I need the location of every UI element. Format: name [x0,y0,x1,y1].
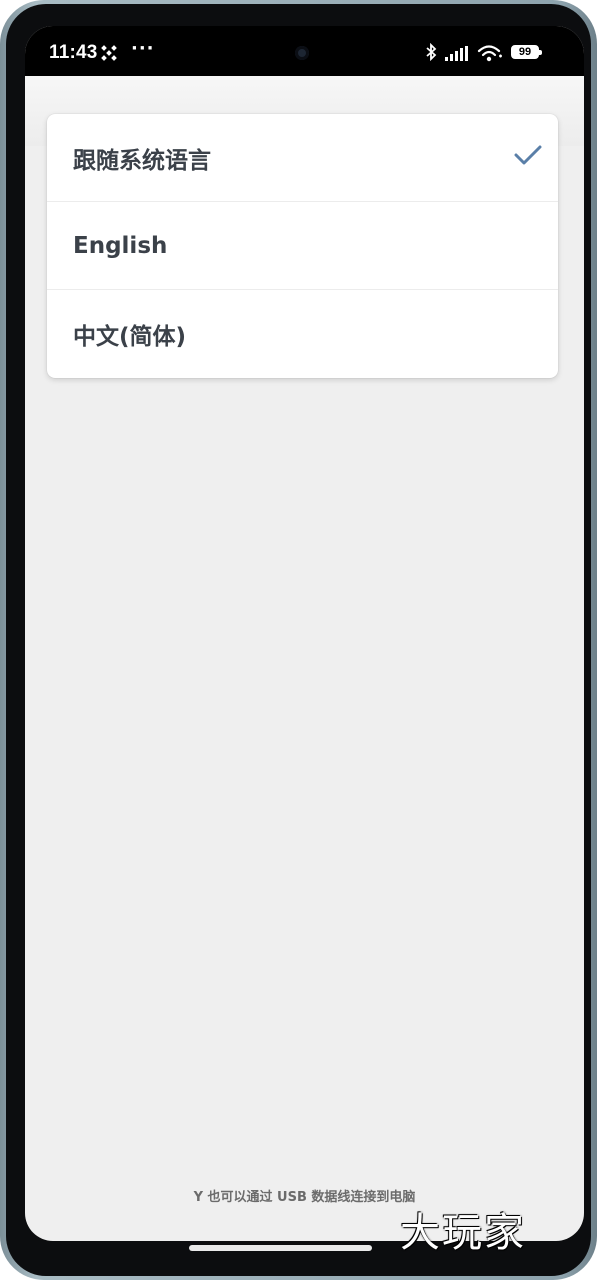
status-time: 11:43 [49,42,98,63]
bluetooth-icon [426,43,437,61]
status-bar: 11:43 ··· 99 [25,26,584,76]
overflow-dots: ··· [131,38,155,59]
home-indicator[interactable] [189,1245,372,1251]
signal-icon [445,46,468,61]
screen: 11:43 ··· 99 跟随系统语言 English 中文(简体) Y 也可以… [25,26,584,1241]
battery-icon: 99 [511,45,542,59]
language-option-simplified-chinese[interactable]: 中文(简体) [47,290,558,378]
language-option-label: English [73,232,168,259]
satellite-icon [101,45,117,61]
language-option-label: 跟随系统语言 [73,147,211,174]
wifi-icon [477,45,502,62]
phone-bezel: 11:43 ··· 99 跟随系统语言 English 中文(简体) Y 也可以… [6,4,591,1276]
watermark: 大玩家 [400,1210,526,1256]
language-option-english[interactable]: English [47,202,558,290]
phone-frame: 11:43 ··· 99 跟随系统语言 English 中文(简体) Y 也可以… [0,0,597,1280]
language-menu: 跟随系统语言 English 中文(简体) [47,114,558,378]
battery-level: 99 [518,46,532,58]
front-camera [295,46,309,60]
language-option-follow-system[interactable]: 跟随系统语言 [47,114,558,202]
language-option-label: 中文(简体) [73,324,187,350]
check-icon [514,145,542,165]
